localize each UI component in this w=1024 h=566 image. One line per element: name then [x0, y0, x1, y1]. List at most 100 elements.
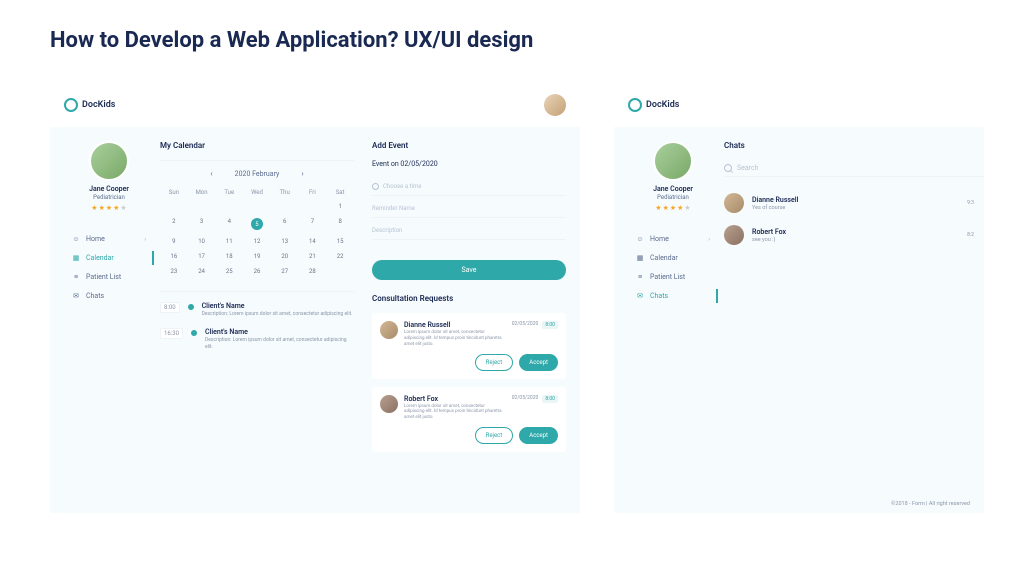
month-label: 2020 February [235, 170, 280, 178]
description-input[interactable]: Description [372, 222, 566, 240]
request-name: Robert Fox [404, 395, 506, 403]
avatar[interactable] [544, 94, 566, 116]
next-month-button[interactable]: › [301, 169, 303, 178]
calendar-day[interactable]: 17 [188, 249, 216, 264]
calendar-day[interactable]: 4 [215, 214, 243, 234]
calendar-day[interactable]: 23 [160, 264, 188, 279]
clock-icon [372, 183, 379, 190]
chat-icon: ✉ [636, 292, 644, 300]
sidebar-item-patient-list[interactable]: ≡Patient List [628, 268, 718, 286]
reminder-input[interactable]: Reminder Name [372, 200, 566, 218]
request-card: Dianne RussellLorem ipsum dolor sit amet… [372, 313, 566, 379]
avatar [89, 141, 129, 181]
calendar-icon: ▦ [72, 254, 80, 262]
search-input[interactable]: Search [724, 160, 984, 177]
frame-chats-screen: DocKids Jane Cooper Pediatrician ★★★★★ ☺… [614, 83, 984, 513]
event-row[interactable]: 8:00Client's NameDescription: Lorem ipsu… [160, 302, 354, 318]
sidebar-item-home[interactable]: ☺Home› [628, 230, 718, 248]
calendar-day[interactable]: 7 [299, 214, 327, 234]
footer-text: ©2018 - Form | All right reserved [891, 501, 970, 507]
section-title: My Calendar [160, 141, 354, 150]
logo-text: DocKids [646, 100, 679, 110]
calendar-day[interactable]: 24 [188, 264, 216, 279]
reject-button[interactable]: Reject [475, 354, 514, 371]
sidebar-item-home[interactable]: ☺Home› [64, 230, 154, 248]
rating-stars: ★★★★★ [64, 204, 154, 212]
logo-icon [64, 98, 78, 112]
sidebar: Jane Cooper Pediatrician ★★★★★ ☺Home› ▦C… [614, 127, 718, 513]
request-name: Dianne Russell [404, 321, 506, 329]
calendar-day[interactable]: 3 [188, 214, 216, 234]
logo-text: DocKids [82, 100, 115, 110]
logo: DocKids [64, 98, 115, 112]
dot-icon [191, 330, 197, 336]
reject-button[interactable]: Reject [475, 427, 514, 444]
profile-role: Pediatrician [64, 194, 154, 201]
chat-message: see you :) [752, 237, 959, 243]
day-of-week: Thu [271, 186, 299, 199]
chat-name: Dianne Russell [752, 196, 959, 204]
calendar-day[interactable]: 20 [271, 249, 299, 264]
calendar-day[interactable]: 6 [271, 214, 299, 234]
time-input[interactable]: Choose a time [372, 178, 566, 196]
logo-icon [628, 98, 642, 112]
calendar-day[interactable]: 5 [243, 214, 271, 234]
calendar-day[interactable]: 28 [299, 264, 327, 279]
request-date: 02/05/2020 [512, 395, 539, 403]
accept-button[interactable]: Accept [519, 354, 558, 371]
calendar-day[interactable]: 8 [326, 214, 354, 234]
request-time: 8:00 [542, 321, 558, 329]
chat-name: Robert Fox [752, 228, 959, 236]
day-of-week: Tue [215, 186, 243, 199]
calendar-day[interactable]: 18 [215, 249, 243, 264]
rating-stars: ★★★★★ [628, 204, 718, 212]
calendar-day[interactable]: 27 [271, 264, 299, 279]
prev-month-button[interactable]: ‹ [210, 169, 212, 178]
calendar-day[interactable]: 15 [326, 234, 354, 249]
calendar-day[interactable]: 2 [160, 214, 188, 234]
calendar-day[interactable]: 16 [160, 249, 188, 264]
event-name: Client's Name [205, 328, 354, 336]
sidebar-item-calendar[interactable]: ▦Calendar [628, 249, 718, 267]
calendar-day[interactable]: 13 [271, 234, 299, 249]
calendar-day[interactable]: 10 [188, 234, 216, 249]
chat-time: 8:2 [967, 232, 974, 238]
chat-row[interactable]: Robert Foxsee you :) 8:2 [724, 219, 984, 251]
request-time: 8:00 [542, 395, 558, 403]
chat-icon: ✉ [72, 292, 80, 300]
sidebar-item-chats[interactable]: ✉Chats [64, 287, 154, 305]
calendar-day [326, 264, 354, 279]
calendar-day[interactable]: 26 [243, 264, 271, 279]
chevron-right-icon: › [708, 236, 710, 243]
save-button[interactable]: Save [372, 260, 566, 280]
calendar-day [188, 199, 216, 214]
calendar-day[interactable]: 14 [299, 234, 327, 249]
calendar-day[interactable]: 9 [160, 234, 188, 249]
chat-message: Yes of course [752, 205, 959, 211]
calendar-day[interactable]: 21 [299, 249, 327, 264]
calendar-day[interactable]: 22 [326, 249, 354, 264]
event-subtitle: Event on 02/05/2020 [372, 160, 566, 168]
sidebar-item-patient-list[interactable]: ≡Patient List [64, 268, 154, 286]
profile-role: Pediatrician [628, 194, 718, 201]
calendar-day [160, 199, 188, 214]
day-of-week: Wed [243, 186, 271, 199]
request-description: Lorem ipsum dolor sit amet, consectetur … [404, 330, 506, 348]
calendar-day[interactable]: 25 [215, 264, 243, 279]
calendar-day [215, 199, 243, 214]
list-icon: ≡ [636, 273, 644, 281]
calendar-day[interactable]: 19 [243, 249, 271, 264]
accept-button[interactable]: Accept [519, 427, 558, 444]
calendar-day[interactable]: 1 [326, 199, 354, 214]
day-of-week: Sat [326, 186, 354, 199]
event-row[interactable]: 16:30Client's NameDescription: Lorem ips… [160, 328, 354, 351]
calendar-day [243, 199, 271, 214]
sidebar-item-chats[interactable]: ✉Chats [628, 287, 718, 305]
calendar-icon: ▦ [636, 254, 644, 262]
calendar-day[interactable]: 12 [243, 234, 271, 249]
avatar [724, 193, 744, 213]
calendar-day[interactable]: 11 [215, 234, 243, 249]
chat-row[interactable]: Dianne RussellYes of course9:3 [724, 187, 984, 219]
sidebar-item-calendar[interactable]: ▦Calendar [64, 249, 154, 267]
request-date: 02/05/2020 [512, 321, 539, 329]
